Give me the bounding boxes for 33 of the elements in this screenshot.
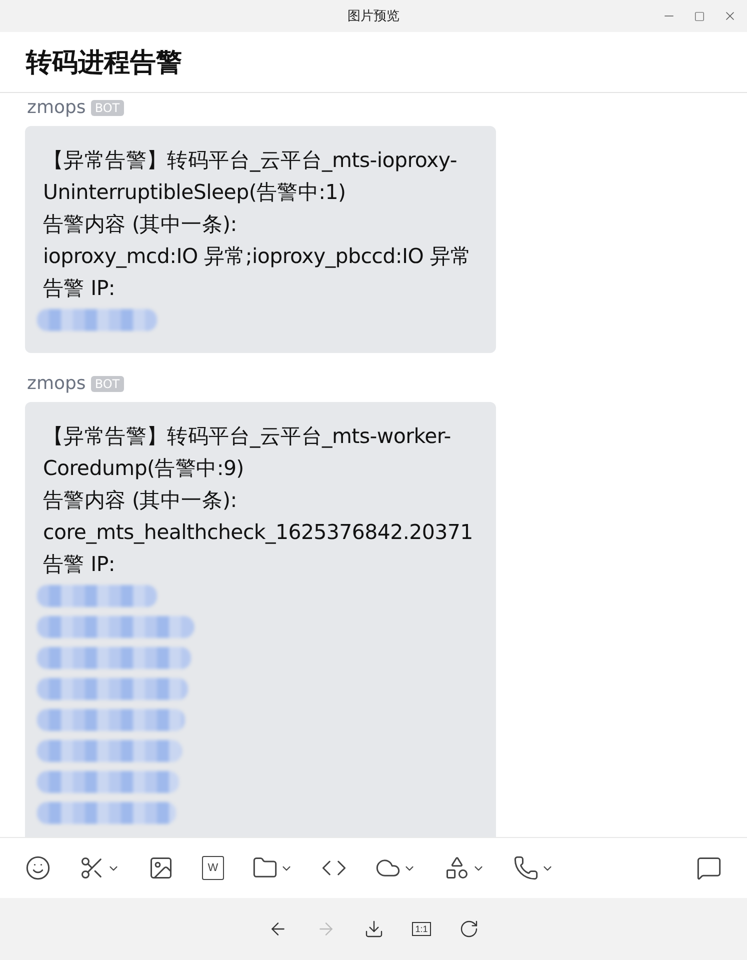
apps-button[interactable] — [444, 855, 485, 881]
image-button[interactable] — [148, 855, 174, 881]
message-line: 告警内容 (其中一条): — [43, 211, 238, 238]
message-line: 告警 IP: — [43, 275, 116, 302]
bot-badge: BOT — [90, 376, 124, 392]
message-line: 【异常告警】转码平台_云平台_mts-worker- — [43, 423, 452, 450]
phone-icon — [513, 855, 539, 881]
emoji-button[interactable] — [25, 855, 51, 881]
chat-history-icon — [696, 855, 722, 881]
emoji-icon — [25, 855, 51, 881]
chat-title: 转码进程告警 — [26, 46, 182, 80]
apps-icon — [444, 855, 470, 881]
rotate-button[interactable] — [458, 919, 479, 939]
close-icon[interactable] — [723, 9, 737, 23]
message-line: 【异常告警】转码平台_云平台_mts-ioproxy- — [43, 147, 458, 174]
message-line: core_mts_healthcheck_1625376842.20371 — [43, 519, 474, 546]
document-button[interactable]: W — [202, 856, 224, 880]
phone-button[interactable] — [513, 855, 554, 881]
screenshot-button[interactable] — [79, 855, 120, 881]
message-line: 告警内容 (其中一条): — [43, 487, 238, 514]
actual-size-button[interactable]: 1:1 — [412, 922, 431, 936]
bot-badge: BOT — [90, 100, 124, 116]
window-title: 图片预览 — [348, 8, 400, 25]
download-button[interactable] — [364, 919, 384, 939]
sender-name: zmops — [27, 97, 86, 118]
history-button[interactable] — [696, 855, 722, 881]
message-line: UninterruptibleSleep(告警中:1) — [43, 179, 347, 206]
maximize-icon[interactable] — [694, 10, 705, 22]
message-line: Coredump(告警中:9) — [43, 455, 245, 482]
message-line: ioproxy_mcd:IO 异常;ioproxy_pbccd:IO 异常 — [43, 243, 472, 270]
message-line: 告警 IP: — [43, 551, 116, 578]
image-icon — [148, 855, 174, 881]
sender-name: zmops — [27, 373, 86, 394]
